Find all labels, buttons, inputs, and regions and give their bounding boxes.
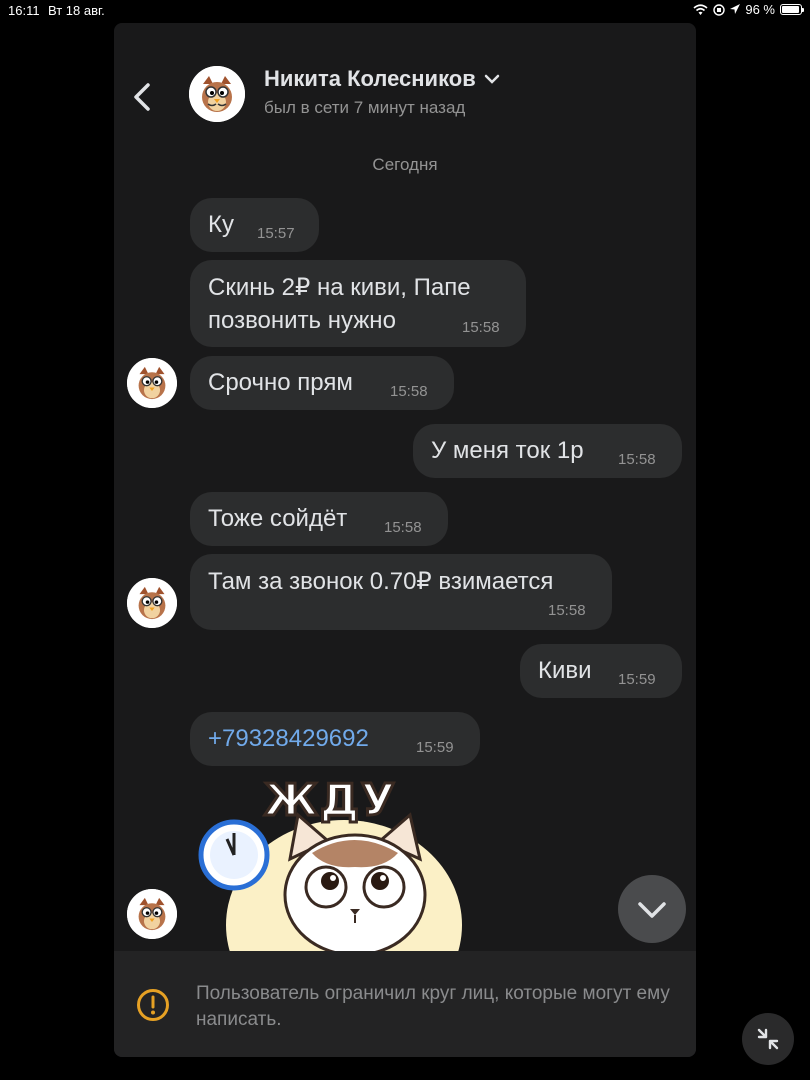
message-bubble[interactable]: Скинь 2₽ на киви, Папе позвонить нужно 1… bbox=[190, 260, 526, 347]
message-bubble[interactable]: +79328429692 15:59 bbox=[190, 712, 480, 766]
sender-avatar[interactable] bbox=[127, 889, 177, 939]
back-arrow-icon[interactable] bbox=[130, 79, 154, 115]
message-text: Тоже сойдёт bbox=[208, 505, 348, 532]
message-time: 15:57 bbox=[257, 225, 295, 242]
chat-window: Никита Колесников был в сети 7 минут наз… bbox=[114, 23, 696, 1057]
chevron-down-icon bbox=[484, 74, 499, 84]
status-time: 16:11 bbox=[8, 3, 40, 18]
contact-avatar[interactable] bbox=[189, 66, 245, 122]
phone-link[interactable]: +79328429692 bbox=[208, 725, 369, 753]
owl-avatar-icon bbox=[189, 66, 245, 122]
status-right: 96 % bbox=[693, 2, 804, 17]
contact-name-label: Никита Колесников bbox=[264, 66, 476, 91]
message-bubble[interactable]: Тоже сойдёт 15:58 bbox=[190, 492, 448, 546]
message-time: 15:58 bbox=[548, 602, 586, 619]
battery-percent: 96 % bbox=[745, 2, 775, 17]
message-bubble[interactable]: У меня ток 1р 15:58 bbox=[413, 424, 682, 478]
scroll-down-button[interactable] bbox=[618, 875, 686, 943]
sender-avatar[interactable] bbox=[127, 578, 177, 628]
message-text: Срочно прям bbox=[208, 369, 353, 396]
owl-avatar-icon bbox=[127, 358, 177, 408]
message-text: позвонить нужно bbox=[208, 307, 396, 334]
sender-avatar[interactable] bbox=[127, 358, 177, 408]
message-time: 15:58 bbox=[390, 383, 428, 400]
message-text: Ку bbox=[208, 211, 234, 238]
message-bubble[interactable]: Киви 15:59 bbox=[520, 644, 682, 698]
restriction-notice-text: Пользователь ограничил круг лиц, которые… bbox=[196, 983, 670, 1030]
message-bubble[interactable]: Срочно прям 15:58 bbox=[190, 356, 454, 410]
owl-avatar-icon bbox=[127, 578, 177, 628]
message-time: 15:59 bbox=[618, 671, 656, 688]
status-date: Вт 18 авг. bbox=[48, 3, 105, 18]
message-bubble[interactable]: Ку 15:57 bbox=[190, 198, 319, 252]
message-text: У меня ток 1р bbox=[431, 437, 584, 464]
message-time: 15:58 bbox=[384, 519, 422, 536]
restriction-notice: Пользователь ограничил круг лиц, которые… bbox=[114, 951, 696, 1057]
message-text: Киви bbox=[538, 657, 592, 684]
owl-avatar-icon bbox=[127, 889, 177, 939]
location-icon bbox=[730, 4, 741, 14]
sticker-waiting-cat[interactable]: ЖДУ bbox=[194, 775, 464, 951]
status-bar: 16:11 Вт 18 авг. 96 % bbox=[0, 0, 810, 22]
contact-name[interactable]: Никита Колесников bbox=[264, 66, 500, 92]
collapse-window-button[interactable] bbox=[742, 1013, 794, 1065]
chevron-down-icon bbox=[638, 902, 666, 918]
warning-circle-icon bbox=[137, 989, 169, 1021]
message-time: 15:58 bbox=[462, 319, 500, 336]
date-separator: Сегодня bbox=[372, 155, 438, 174]
message-time: 15:59 bbox=[416, 739, 454, 756]
message-text: Там за звонок 0.70₽ взимается bbox=[208, 568, 554, 595]
orientation-lock-icon bbox=[713, 3, 726, 16]
wifi-icon bbox=[693, 3, 708, 15]
sticker-caption: ЖДУ bbox=[263, 775, 397, 828]
message-time: 15:58 bbox=[618, 451, 656, 468]
message-text: Скинь 2₽ на киви, Папе bbox=[208, 274, 471, 301]
contact-status: был в сети 7 минут назад bbox=[264, 98, 466, 117]
battery-icon bbox=[780, 4, 804, 15]
collapse-arrows-icon bbox=[757, 1028, 779, 1050]
chat-header: Никита Колесников был в сети 7 минут наз… bbox=[114, 23, 696, 153]
message-bubble[interactable]: Там за звонок 0.70₽ взимается 15:58 bbox=[190, 554, 612, 630]
